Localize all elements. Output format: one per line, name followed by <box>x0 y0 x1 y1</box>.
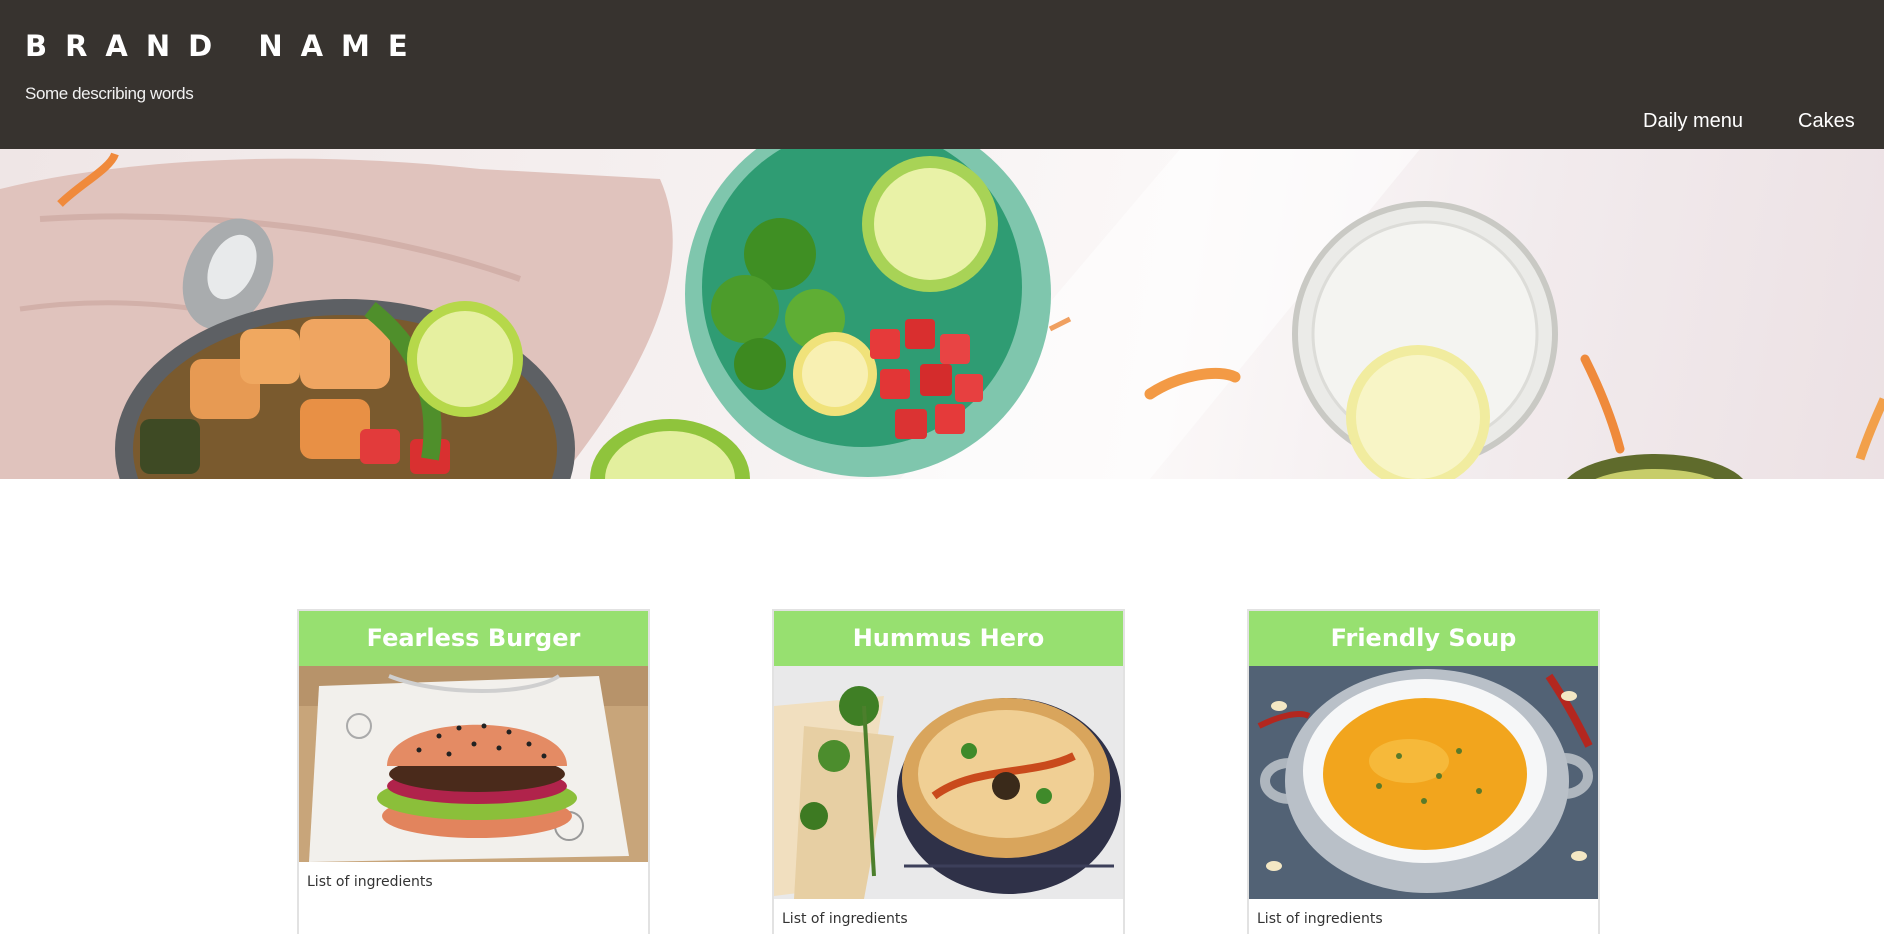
hummus-photo <box>774 666 1123 899</box>
hero-banner <box>0 149 1884 479</box>
burger-photo <box>299 666 648 862</box>
card-title: Hummus Hero <box>774 611 1123 666</box>
menu-card[interactable]: Fearless Burger List of ingredients <box>297 609 650 934</box>
menu-card[interactable]: Hummus Hero List of ingredients <box>772 609 1125 934</box>
nav-link-cakes[interactable]: Cakes <box>1798 110 1855 133</box>
card-title: Friendly Soup <box>1249 611 1598 666</box>
brand-name[interactable]: BRAND NAME <box>25 26 426 66</box>
hero-image <box>0 149 1884 479</box>
menu-card[interactable]: Friendly Soup List of ingredients <box>1247 609 1600 934</box>
card-ingredients: List of ingredients <box>782 911 908 927</box>
site-header: BRAND NAME Some describing words Daily m… <box>0 0 1884 149</box>
soup-photo <box>1249 666 1598 899</box>
card-title: Fearless Burger <box>299 611 648 666</box>
card-ingredients: List of ingredients <box>307 874 433 890</box>
brand-tagline: Some describing words <box>25 84 194 103</box>
card-ingredients: List of ingredients <box>1257 911 1383 927</box>
nav-link-daily-menu[interactable]: Daily menu <box>1643 110 1743 133</box>
